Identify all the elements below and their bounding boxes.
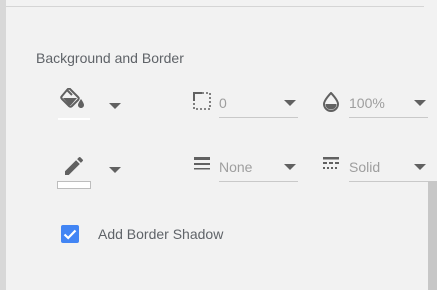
pen-icon [65,156,84,175]
fill-color-swatch [58,118,90,120]
chevron-down-icon [414,100,426,106]
chevron-down-icon[interactable] [109,103,121,109]
border-radius-icon [193,92,211,110]
border-color-swatch [57,181,91,189]
opacity-select[interactable]: 100% [349,87,428,118]
fill-color-icon [60,88,84,108]
properties-panel [6,0,437,290]
border-style-value: Solid [349,159,381,175]
line-style-icon [323,157,339,169]
border-shadow-label[interactable]: Add Border Shadow [98,226,223,242]
border-style-select[interactable]: Solid [349,151,428,182]
background-border-panel: Background and Border 0 100% None Solid … [0,0,437,290]
chevron-down-icon [284,164,296,170]
chevron-down-icon[interactable] [109,167,121,173]
opacity-icon [322,92,340,112]
border-radius-select[interactable]: 0 [219,87,298,118]
top-divider [6,6,424,7]
line-weight-icon [194,157,210,170]
border-radius-value: 0 [219,95,227,111]
border-shadow-checkbox[interactable] [61,225,79,243]
checkmark-icon [63,229,77,240]
chevron-down-icon [414,164,426,170]
opacity-value: 100% [349,95,385,111]
border-weight-select[interactable]: None [219,151,298,182]
section-title: Background and Border [36,50,184,66]
chevron-down-icon [284,100,296,106]
border-weight-value: None [219,159,253,175]
scrollbar-thumb[interactable] [428,181,437,290]
